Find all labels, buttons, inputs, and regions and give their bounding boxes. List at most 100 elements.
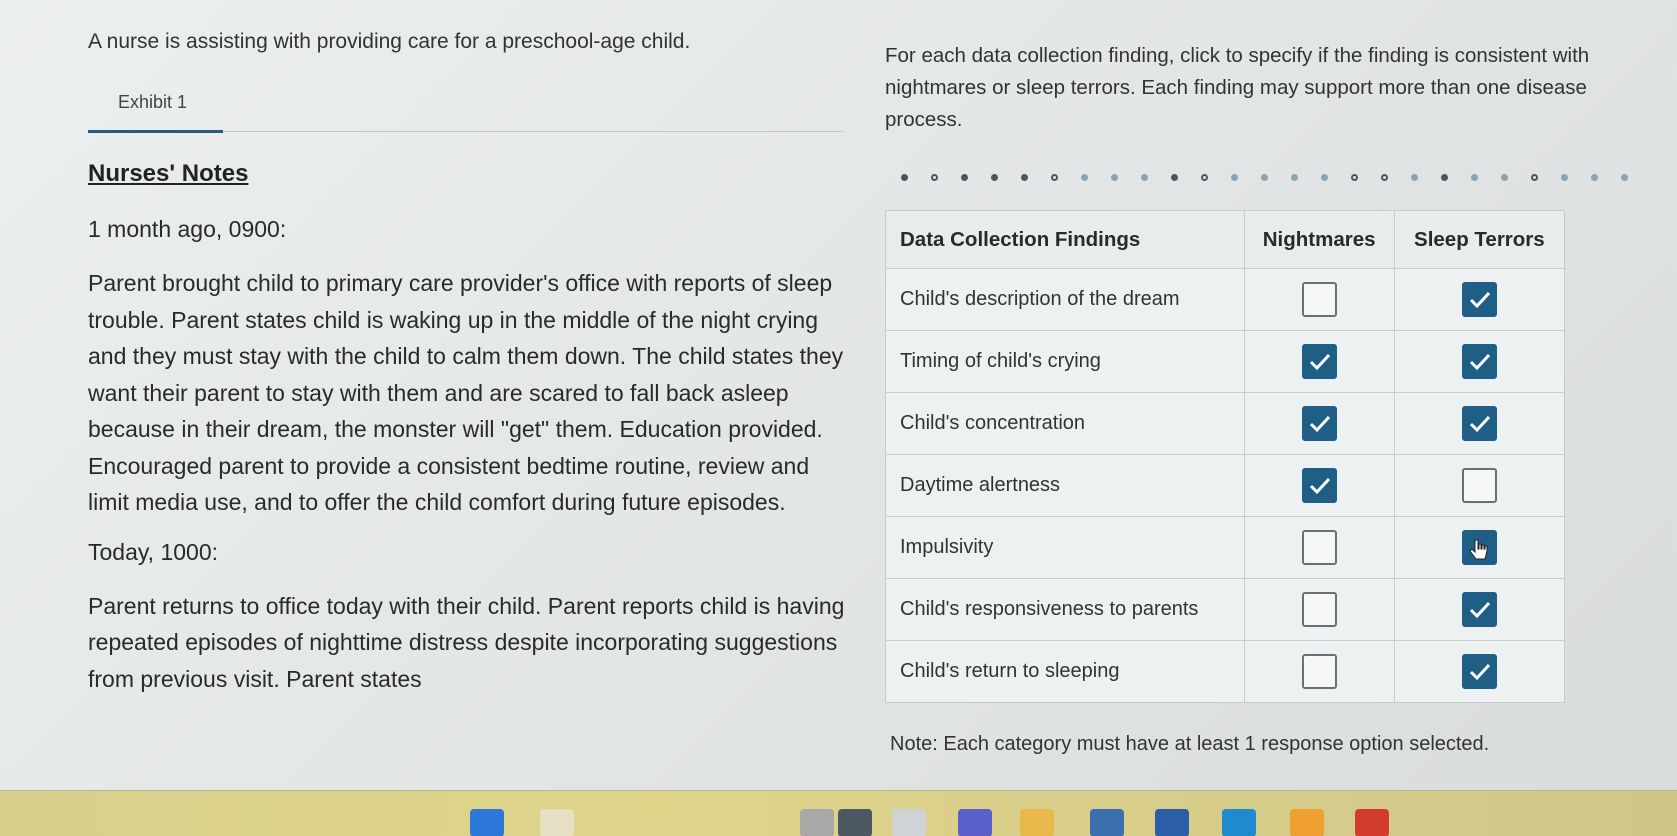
gmail-icon[interactable] bbox=[1355, 809, 1389, 836]
left-pane: A nurse is assisting with providing care… bbox=[88, 30, 848, 697]
progress-dot[interactable] bbox=[1381, 174, 1388, 181]
taskview-icon[interactable] bbox=[892, 809, 926, 836]
progress-dot[interactable] bbox=[1621, 174, 1628, 181]
taskbar bbox=[0, 790, 1677, 836]
progress-dot[interactable] bbox=[1321, 174, 1328, 181]
table-row: Child's responsiveness to parents bbox=[885, 578, 1566, 641]
right-pane: For each data collection finding, click … bbox=[885, 40, 1665, 756]
nightmares-checkbox[interactable] bbox=[1301, 406, 1337, 441]
entry-1-text: Parent brought child to primary care pro… bbox=[88, 270, 844, 515]
finding-label: Daytime alertness bbox=[885, 454, 1245, 517]
calculator-icon[interactable] bbox=[838, 809, 872, 836]
nurses-notes-title: Nurses' Notes bbox=[88, 160, 249, 187]
finding-label: Timing of child's crying bbox=[885, 330, 1245, 393]
sleep-terrors-checkbox[interactable] bbox=[1461, 406, 1497, 441]
sleep-terrors-cell bbox=[1393, 392, 1566, 455]
entry-2-time: Today, 1000: bbox=[88, 538, 219, 565]
tab-exhibit-1[interactable]: Exhibit 1 bbox=[118, 92, 187, 113]
progress-dot[interactable] bbox=[901, 174, 908, 181]
table-row: Timing of child's crying bbox=[885, 330, 1566, 393]
progress-dot[interactable] bbox=[1051, 174, 1058, 181]
nightmares-checkbox[interactable] bbox=[1301, 530, 1337, 565]
finding-label: Child's return to sleeping bbox=[885, 640, 1245, 703]
progress-dot[interactable] bbox=[1111, 174, 1118, 181]
progress-dot[interactable] bbox=[1021, 174, 1028, 181]
sleep-terrors-checkbox[interactable] bbox=[1461, 468, 1497, 503]
sleep-terrors-cell bbox=[1393, 516, 1566, 579]
nightmares-checkbox[interactable] bbox=[1301, 282, 1337, 317]
nightmares-cell bbox=[1243, 268, 1395, 331]
sleep-terrors-cell bbox=[1393, 454, 1566, 517]
selection-note: Note: Each category must have at least 1… bbox=[890, 733, 1490, 755]
finding-label: Impulsivity bbox=[885, 516, 1245, 579]
progress-dot[interactable] bbox=[1261, 174, 1268, 181]
table-row: Child's concentration bbox=[885, 392, 1566, 455]
progress-dot[interactable] bbox=[961, 174, 968, 181]
progress-dot[interactable] bbox=[1081, 174, 1088, 181]
entry-2-text: Parent returns to office today with thei… bbox=[88, 592, 845, 692]
progress-dot[interactable] bbox=[1531, 174, 1538, 181]
sleep-terrors-checkbox[interactable] bbox=[1461, 592, 1497, 627]
nightmares-cell bbox=[1243, 640, 1395, 703]
weather-icon[interactable] bbox=[1290, 809, 1324, 836]
nightmares-cell bbox=[1243, 454, 1395, 517]
entry-1-time: 1 month ago, 0900: bbox=[88, 216, 287, 242]
progress-dot[interactable] bbox=[1351, 174, 1358, 181]
progress-dot[interactable] bbox=[1561, 174, 1568, 181]
progress-dot[interactable] bbox=[1591, 174, 1598, 181]
sleep-terrors-cell bbox=[1393, 578, 1566, 641]
progress-dot[interactable] bbox=[1411, 174, 1418, 181]
nightmares-cell bbox=[1243, 330, 1395, 393]
sleep-terrors-checkbox[interactable] bbox=[1461, 344, 1497, 379]
store-icon[interactable] bbox=[1090, 809, 1124, 836]
header-nightmares: Nightmares bbox=[1243, 210, 1395, 269]
progress-dot[interactable] bbox=[1501, 174, 1508, 181]
nightmares-checkbox[interactable] bbox=[1301, 344, 1337, 379]
question-stem: A nurse is assisting with providing care… bbox=[88, 30, 691, 53]
header-findings: Data Collection Findings bbox=[885, 210, 1245, 269]
table-row: Child's return to sleeping bbox=[885, 640, 1566, 703]
header-sleep-terrors: Sleep Terrors bbox=[1393, 210, 1566, 269]
nightmares-cell bbox=[1243, 392, 1395, 455]
nightmares-cell bbox=[1243, 516, 1395, 579]
windows-start-icon[interactable] bbox=[470, 809, 504, 836]
sleep-terrors-checkbox[interactable] bbox=[1461, 530, 1497, 565]
search-icon[interactable] bbox=[540, 809, 574, 836]
edge-icon[interactable] bbox=[1222, 809, 1256, 836]
progress-dot[interactable] bbox=[1201, 174, 1208, 181]
progress-dot[interactable] bbox=[1291, 174, 1298, 181]
table-header-row: Data Collection Findings Nightmares Slee… bbox=[885, 210, 1566, 269]
nightmares-cell bbox=[1243, 578, 1395, 641]
progress-dot[interactable] bbox=[1231, 174, 1238, 181]
active-tab-indicator bbox=[88, 130, 223, 133]
progress-dot[interactable] bbox=[1141, 174, 1148, 181]
widgets-icon[interactable] bbox=[800, 809, 834, 836]
nightmares-checkbox[interactable] bbox=[1301, 468, 1337, 503]
table-row: Child's description of the dream bbox=[885, 268, 1566, 331]
progress-dot[interactable] bbox=[1471, 174, 1478, 181]
chat-icon[interactable] bbox=[958, 809, 992, 836]
exhibit-tabs: Exhibit 1 bbox=[88, 92, 843, 133]
tab-label: Exhibit 1 bbox=[118, 92, 188, 112]
matrix-table: Data Collection Findings Nightmares Slee… bbox=[885, 210, 1566, 703]
file-explorer-icon[interactable] bbox=[1020, 809, 1054, 836]
sleep-terrors-checkbox[interactable] bbox=[1461, 282, 1497, 317]
table-row: Impulsivity bbox=[885, 516, 1566, 579]
screen: A nurse is assisting with providing care… bbox=[0, 0, 1677, 790]
table-row: Daytime alertness bbox=[885, 454, 1566, 517]
finding-label: Child's concentration bbox=[885, 392, 1245, 455]
progress-dot[interactable] bbox=[931, 174, 938, 181]
sleep-terrors-cell bbox=[1393, 640, 1566, 703]
finding-label: Child's responsiveness to parents bbox=[885, 578, 1245, 641]
sleep-terrors-cell bbox=[1393, 268, 1566, 331]
sleep-terrors-checkbox[interactable] bbox=[1461, 654, 1497, 689]
progress-dots bbox=[885, 170, 1660, 184]
nightmares-checkbox[interactable] bbox=[1301, 592, 1337, 627]
sleep-terrors-cell bbox=[1393, 330, 1566, 393]
progress-dot[interactable] bbox=[991, 174, 998, 181]
progress-dot[interactable] bbox=[1441, 174, 1448, 181]
instructions: For each data collection finding, click … bbox=[885, 44, 1590, 131]
app-icon[interactable] bbox=[1155, 809, 1189, 836]
progress-dot[interactable] bbox=[1171, 174, 1178, 181]
nightmares-checkbox[interactable] bbox=[1301, 654, 1337, 689]
